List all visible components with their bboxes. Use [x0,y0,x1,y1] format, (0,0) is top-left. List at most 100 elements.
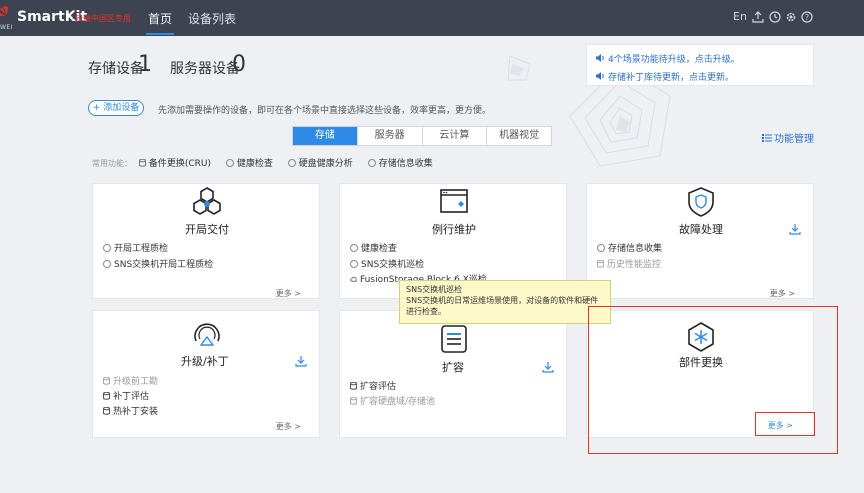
card-deployment-item[interactable]: 开局工程质检 [103,241,168,254]
nav-home[interactable]: 首页 [148,10,172,27]
card-expansion-item[interactable]: 扩容硬盘域/存储池 [350,394,435,407]
notification-panel: 4个场景功能待升级，点击升级。 存储补丁库待更新，点击更新。 [586,44,814,86]
nav-active-indicator [146,33,174,35]
card-deployment-title: 开局交付 [185,223,229,236]
radio-icon [367,159,376,167]
storage-count-value: 1 [138,52,152,77]
add-device-button[interactable]: + 添加设备 [88,100,144,116]
upgrade-dial-icon [194,323,220,346]
tooltip: SNS交换机巡检 SNS交换机的日常运维场景使用，对设备的软件和硬件进行检查。 [399,280,611,324]
database-icon [103,407,110,415]
common-item-info-collect[interactable]: 存储信息收集 [367,159,433,169]
database-icon [103,392,110,400]
card-expansion-item[interactable]: 扩容评估 [350,379,396,392]
huawei-logo-icon [0,6,8,16]
card-deployment-more[interactable]: 更多 > [276,288,301,299]
card-troubleshooting-item-label: 存储信息收集 [608,244,663,254]
card-expansion[interactable]: 扩容 扩容评估 扩容硬盘域/存储池 [339,310,567,438]
common-item-health-check[interactable]: 健康检查 [225,159,273,169]
brand-tag: -云端中国区专用 [72,14,131,23]
function-management-label: 功能管理 [774,134,814,145]
card-upgrade-patch-more[interactable]: 更多 > [276,421,301,432]
cloud-storage-icon [350,276,357,283]
notice-upgrade[interactable]: 4个场景功能待升级，点击升级。 [595,52,740,65]
card-maintenance-item[interactable]: 健康检查 [350,241,397,254]
card-troubleshooting-more[interactable]: 更多 > [770,288,795,299]
list-icon [762,134,772,142]
card-troubleshooting-item[interactable]: 存储信息收集 [597,241,662,254]
function-management-link[interactable]: 功能管理 [762,130,814,145]
shield-icon [688,187,714,217]
tab-storage[interactable]: 存储 [293,127,358,145]
radio-icon [103,244,111,252]
card-expansion-title: 扩容 [442,361,464,374]
card-expansion-item-label: 扩容评估 [360,382,397,392]
radio-icon [350,244,358,252]
card-maintenance-item-label: 健康检查 [361,244,398,254]
notice-upgrade-text: 4个场景功能待升级，点击升级。 [608,55,740,65]
download-icon[interactable] [789,223,801,235]
card-deployment-item-label: SNS交换机开局工程质检 [114,260,214,270]
download-icon[interactable] [542,361,554,373]
notice-patch[interactable]: 存储补丁库待更新，点击更新。 [595,70,734,83]
gear-icon[interactable] [785,11,797,23]
radio-icon [225,159,234,167]
top-bar: WEI SmartKit -云端中国区专用 首页 设备列表 En ? [0,0,864,36]
notice-patch-text: 存储补丁库待更新，点击更新。 [608,73,735,83]
storage-count-label: 存储设备 [88,61,144,77]
common-functions-label: 常用功能： [92,159,132,168]
common-item-cru[interactable]: 备件更换(CRU) [138,159,212,169]
server-count-label: 服务器设备 [170,61,240,77]
browser-window-icon [440,189,468,213]
tooltip-title: SNS交换机巡检 [406,285,463,294]
add-device-hint: 先添加需要操作的设备，即可在各个场景中直接选择这些设备，效率更高，更方便。 [158,106,492,116]
card-troubleshooting[interactable]: 故障处理 存储信息收集 历史性能监控 更多 > [586,183,814,299]
card-upgrade-patch-item[interactable]: 热补丁安装 [103,404,158,417]
card-troubleshooting-title: 故障处理 [679,223,723,236]
speaker-icon [596,72,604,80]
common-item-cru-label: 备件更换(CRU) [148,159,212,169]
nav-device-list[interactable]: 设备列表 [188,10,236,27]
help-icon[interactable]: ? [801,11,813,23]
radio-icon [350,260,358,268]
radio-icon [103,260,111,268]
tab-server[interactable]: 服务器 [358,127,423,145]
database-icon [597,260,604,268]
card-expansion-item-label: 扩容硬盘域/存储池 [360,397,436,407]
tooltip-body: SNS交换机的日常运维场景使用，对设备的软件和硬件进行检查。 [406,296,599,316]
language-switch[interactable]: En [733,10,747,23]
card-deployment-item[interactable]: SNS交换机开局工程质检 [103,257,213,270]
card-maintenance-title: 例行维护 [432,223,476,236]
upload-icon[interactable] [752,11,764,23]
server-count-value: 0 [232,52,246,77]
tab-machine-vision[interactable]: 机器视觉 [487,127,551,145]
card-upgrade-patch-item[interactable]: 升级前工勘 [103,374,158,387]
download-icon[interactable] [295,355,307,367]
database-icon [350,397,357,405]
common-functions: 常用功能： 备件更换(CRU) 健康检查 硬盘健康分析 存储信息收集 [92,156,445,169]
card-upgrade-patch-item-label: 升级前工勘 [113,377,159,387]
card-deployment-item-label: 开局工程质检 [114,244,169,254]
logo-subtext: WEI [0,24,13,31]
card-deployment[interactable]: 开局交付 开局工程质检 SNS交换机开局工程质检 更多 > [92,183,320,299]
common-item-disk-analysis[interactable]: 硬盘健康分析 [287,159,353,169]
tab-cloud[interactable]: 云计算 [423,127,488,145]
common-item-health-check-label: 健康检查 [236,159,273,169]
clock-icon[interactable] [769,11,781,23]
highlight-more-box [755,412,815,436]
card-maintenance-item[interactable]: SNS交换机巡检 [350,257,424,270]
card-maintenance-item-label: SNS交换机巡检 [361,260,425,270]
card-troubleshooting-item-label: 历史性能监控 [607,260,662,270]
card-upgrade-patch-item-label: 热补丁安装 [113,407,159,417]
radio-icon [597,244,605,252]
server-rack-icon [441,325,467,353]
common-item-info-collect-label: 存储信息收集 [378,159,433,169]
database-icon [103,377,110,385]
database-icon [350,382,357,390]
svg-text:?: ? [805,13,809,22]
radio-icon [287,159,296,167]
card-troubleshooting-item[interactable]: 历史性能监控 [597,257,661,270]
database-icon [138,159,146,167]
card-upgrade-patch-item[interactable]: 补丁评估 [103,389,149,402]
card-upgrade-patch[interactable]: 升级/补丁 升级前工勘 补丁评估 热补丁安装 更多 > [92,310,320,438]
